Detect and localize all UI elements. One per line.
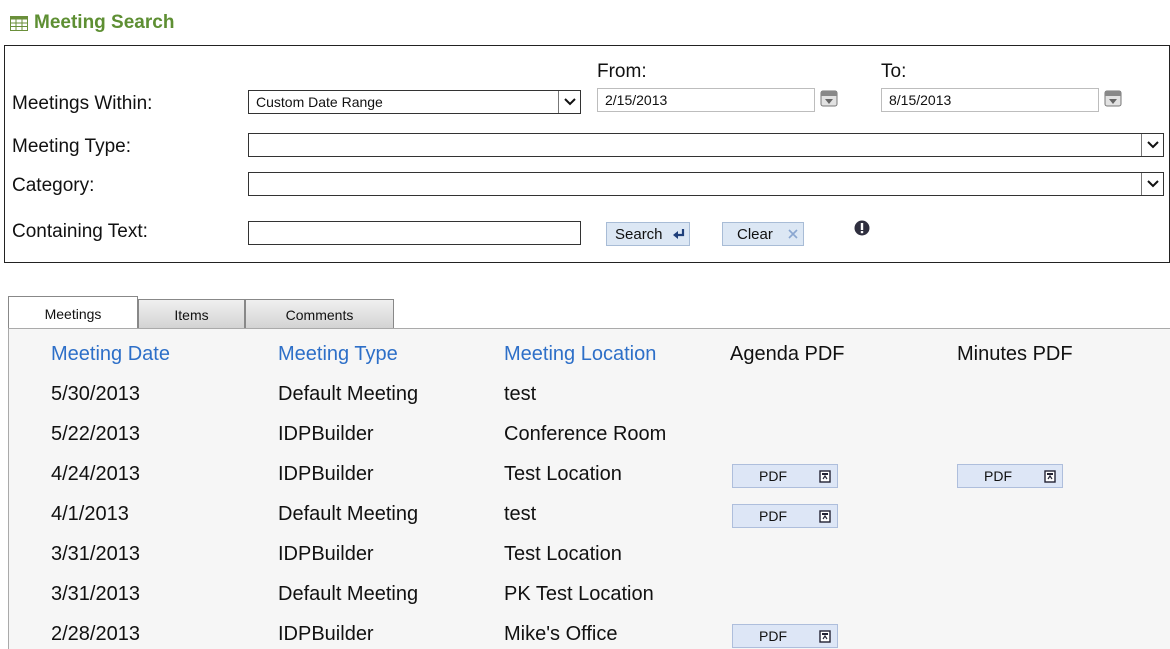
cell-type: Default Meeting xyxy=(278,503,419,525)
column-header-meeting-location[interactable]: Meeting Location xyxy=(504,343,656,366)
to-date-input[interactable]: 8/15/2013 xyxy=(881,88,1099,112)
agenda-pdf-button[interactable]: PDF xyxy=(732,464,838,488)
pdf-button-label: PDF xyxy=(759,468,787,484)
close-icon xyxy=(783,223,803,245)
cell-type: IDPBuilder xyxy=(278,543,374,565)
meetings-within-value: Custom Date Range xyxy=(256,94,383,110)
clear-button[interactable]: Clear xyxy=(722,222,804,246)
cell-date: 3/31/2013 xyxy=(51,543,140,565)
calendar-picker-icon[interactable] xyxy=(819,88,839,108)
meeting-type-label: Meeting Type: xyxy=(12,136,132,157)
return-arrow-icon xyxy=(669,223,689,245)
search-button-label: Search xyxy=(615,225,663,243)
pdf-button-label: PDF xyxy=(759,508,787,524)
page-title: Meeting Search xyxy=(10,10,174,36)
column-header-meeting-type[interactable]: Meeting Type xyxy=(278,343,398,366)
pdf-button-label: PDF xyxy=(759,628,787,644)
tab-comments[interactable]: Comments xyxy=(245,299,394,329)
pdf-button-label: PDF xyxy=(984,468,1012,484)
category-label: Category: xyxy=(12,175,95,196)
chevron-down-icon[interactable] xyxy=(1141,134,1163,156)
agenda-pdf-button[interactable]: PDF xyxy=(732,624,838,648)
cell-type: IDPBuilder xyxy=(278,423,374,445)
pdf-document-icon xyxy=(1038,469,1062,483)
cell-type: IDPBuilder xyxy=(278,463,374,485)
minutes-pdf-button[interactable]: PDF xyxy=(957,464,1063,488)
cell-location: test xyxy=(504,383,537,405)
cell-date: 3/31/2013 xyxy=(51,583,140,605)
cell-date: 5/22/2013 xyxy=(51,423,140,445)
cell-date: 5/30/2013 xyxy=(51,383,140,405)
cell-location: Mike's Office xyxy=(504,623,618,645)
meeting-type-select[interactable] xyxy=(248,133,1164,157)
meetings-within-select[interactable]: Custom Date Range xyxy=(248,90,581,114)
clear-button-label: Clear xyxy=(737,225,773,243)
page-title-text: Meeting Search xyxy=(34,12,175,33)
calendar-picker-icon[interactable] xyxy=(1103,88,1123,108)
info-icon[interactable] xyxy=(854,220,870,236)
from-date-input[interactable]: 2/15/2013 xyxy=(597,88,815,112)
search-button[interactable]: Search xyxy=(606,222,690,246)
column-header-minutes-pdf: Minutes PDF xyxy=(957,343,1073,365)
cell-date: 2/28/2013 xyxy=(51,623,140,645)
tab-items[interactable]: Items xyxy=(138,299,245,329)
containing-text-input[interactable] xyxy=(248,221,581,245)
column-header-agenda-pdf: Agenda PDF xyxy=(730,343,845,365)
cell-location: PK Test Location xyxy=(504,583,654,605)
to-label: To: xyxy=(881,61,907,82)
containing-text-label: Containing Text: xyxy=(12,221,148,242)
cell-type: Default Meeting xyxy=(278,583,419,605)
calendar-grid-icon xyxy=(10,15,28,31)
pdf-document-icon xyxy=(813,509,837,523)
cell-location: Test Location xyxy=(504,543,622,565)
tab-meetings[interactable]: Meetings xyxy=(8,296,138,330)
category-select[interactable] xyxy=(248,172,1164,196)
from-label: From: xyxy=(597,61,647,82)
chevron-down-icon[interactable] xyxy=(1141,173,1163,195)
cell-date: 4/24/2013 xyxy=(51,463,140,485)
agenda-pdf-button[interactable]: PDF xyxy=(732,504,838,528)
pdf-document-icon xyxy=(813,469,837,483)
cell-location: test xyxy=(504,503,537,525)
pdf-document-icon xyxy=(813,629,837,643)
column-header-meeting-date[interactable]: Meeting Date xyxy=(51,343,170,366)
cell-date: 4/1/2013 xyxy=(51,503,129,525)
cell-type: Default Meeting xyxy=(278,383,419,405)
chevron-down-icon[interactable] xyxy=(558,91,580,113)
cell-location: Conference Room xyxy=(504,423,667,445)
cell-type: IDPBuilder xyxy=(278,623,374,645)
meetings-within-label: Meetings Within: xyxy=(12,93,153,114)
cell-location: Test Location xyxy=(504,463,622,485)
